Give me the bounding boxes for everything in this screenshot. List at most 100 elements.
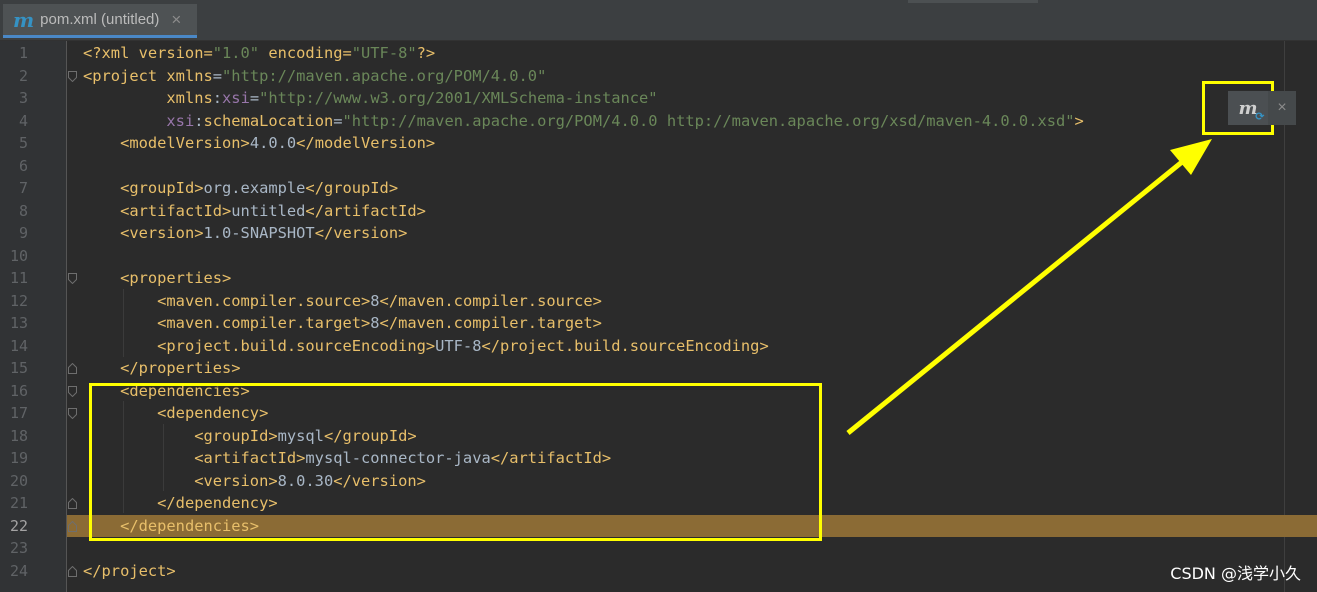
fold-open-icon[interactable] (68, 408, 77, 419)
maven-reload-icon: m ⟳ (1238, 97, 1265, 123)
code-token: xsi (222, 89, 250, 107)
code-token: = (333, 111, 343, 130)
code-line[interactable]: 13 <maven.compiler.target>8</maven.compi… (0, 312, 1317, 335)
code-line[interactable]: 8 <artifactId>untitled</artifactId> (0, 200, 1317, 223)
code-token: 1.0-SNAPSHOT (203, 224, 315, 242)
line-number: 21 (9, 494, 28, 512)
code-token: </project> (83, 561, 176, 580)
code-token: untitled (231, 201, 306, 220)
code-token: "1.0" (212, 44, 260, 62)
line-number: 22 (9, 516, 28, 535)
fold-close-icon[interactable] (68, 498, 77, 509)
maven-popup-close-button[interactable]: × (1268, 91, 1296, 125)
line-number: 6 (18, 156, 28, 175)
code-token: <groupId> (120, 179, 204, 197)
code-token: </maven.compiler.target> (379, 314, 602, 332)
maven-load-changes-button[interactable]: m ⟳ (1228, 91, 1268, 125)
code-line[interactable]: 14 <project.build.sourceEncoding>UTF-8</… (0, 335, 1317, 358)
code-token: </maven.compiler.source> (379, 291, 602, 310)
line-number: 7 (18, 179, 28, 197)
line-number: 15 (9, 359, 28, 377)
line-number: 4 (18, 111, 28, 130)
line-number: 16 (9, 381, 28, 400)
line-number: 11 (9, 269, 28, 287)
code-token: 4.0.0 (249, 134, 297, 152)
fold-close-icon[interactable] (68, 565, 77, 577)
code-line[interactable]: 24 </project> (0, 560, 1317, 583)
line-number: 12 (9, 291, 28, 310)
code-text: </project> (83, 560, 176, 583)
code-line[interactable]: 11 <properties> (0, 267, 1317, 290)
code-token: "http://www.w3.org/2001/XMLSchema-instan… (259, 89, 658, 107)
fold-open-icon[interactable] (68, 273, 77, 284)
code-line[interactable]: 10 (0, 245, 1317, 268)
code-token: 8 (370, 314, 380, 332)
line-number: 17 (9, 404, 28, 422)
code-token: <maven.compiler.target> (157, 314, 371, 332)
code-token: <project (83, 66, 167, 85)
code-token: </artifactId> (305, 201, 426, 220)
code-line[interactable]: 15 </properties> (0, 357, 1317, 380)
code-token: schemaLocation (203, 111, 334, 130)
tab-close-icon[interactable]: × (171, 10, 181, 30)
code-text: <groupId>org.example</groupId> (83, 177, 398, 200)
code-token: = (249, 89, 260, 107)
fold-open-icon[interactable] (68, 385, 77, 397)
code-line[interactable]: 6 (0, 155, 1317, 178)
code-token: "http://maven.apache.org/POM/4.0.0 http:… (342, 111, 1075, 130)
code-token: </version> (314, 224, 408, 242)
code-token: </properties> (120, 359, 241, 377)
code-text: <maven.compiler.target>8</maven.compiler… (83, 312, 602, 335)
code-line[interactable]: 7 <groupId>org.example</groupId> (0, 177, 1317, 200)
code-line[interactable]: 3 xmlns:xsi="http://www.w3.org/2001/XMLS… (0, 87, 1317, 110)
code-token: <version> (120, 224, 204, 242)
code-token: xmlns (166, 89, 213, 107)
code-token: </project.build.sourceEncoding> (481, 336, 769, 355)
code-token: > (1074, 111, 1084, 130)
code-text: <version>1.0-SNAPSHOT</version> (83, 222, 407, 245)
code-line[interactable]: 12 <maven.compiler.source>8</maven.compi… (0, 290, 1317, 313)
code-line[interactable]: 5 <modelVersion>4.0.0</modelVersion> (0, 132, 1317, 155)
code-text: <modelVersion>4.0.0</modelVersion> (83, 132, 435, 155)
fold-close-icon[interactable] (68, 363, 77, 374)
watermark: CSDN @浅学小久 (1170, 564, 1301, 583)
tab-pom-xml[interactable]: m pom.xml (untitled) × (3, 4, 197, 38)
line-number: 2 (18, 66, 28, 85)
line-number: 24 (9, 561, 28, 580)
line-number: 3 (18, 89, 28, 107)
code-text: <?xml version="1.0" encoding="UTF-8"?> (83, 42, 435, 65)
code-token: 8 (370, 291, 380, 310)
code-token: org.example (203, 179, 306, 197)
code-line[interactable]: 9 <version>1.0-SNAPSHOT</version> (0, 222, 1317, 245)
code-token: <artifactId> (120, 201, 232, 220)
fold-open-icon[interactable] (68, 70, 77, 82)
line-number: 13 (9, 314, 28, 332)
code-line[interactable]: 1 <?xml version="1.0" encoding="UTF-8"?> (0, 42, 1317, 65)
line-number: 23 (9, 539, 28, 557)
code-token: xmlns (166, 66, 213, 85)
code-line[interactable]: 4 xsi:schemaLocation="http://maven.apach… (0, 110, 1317, 133)
code-token: xsi (166, 111, 195, 130)
code-token: : (212, 89, 223, 107)
line-number: 20 (9, 471, 28, 490)
code-token: UTF-8 (435, 336, 482, 355)
code-line[interactable]: 2 <project xmlns="http://maven.apache.org… (0, 65, 1317, 88)
code-token: <modelVersion> (120, 134, 250, 152)
code-token: "http://maven.apache.org/POM/4.0.0" (222, 66, 547, 85)
line-number: 5 (18, 134, 28, 152)
code-token: <maven.compiler.source> (157, 291, 371, 310)
code-text: xmlns:xsi="http://www.w3.org/2001/XMLSch… (83, 87, 658, 110)
line-number: 19 (9, 449, 28, 467)
maven-file-icon: m (13, 7, 35, 32)
code-token: "UTF-8" (351, 44, 417, 62)
line-number: 8 (18, 201, 28, 220)
fold-close-icon[interactable] (68, 520, 77, 532)
line-number: 14 (9, 336, 28, 355)
